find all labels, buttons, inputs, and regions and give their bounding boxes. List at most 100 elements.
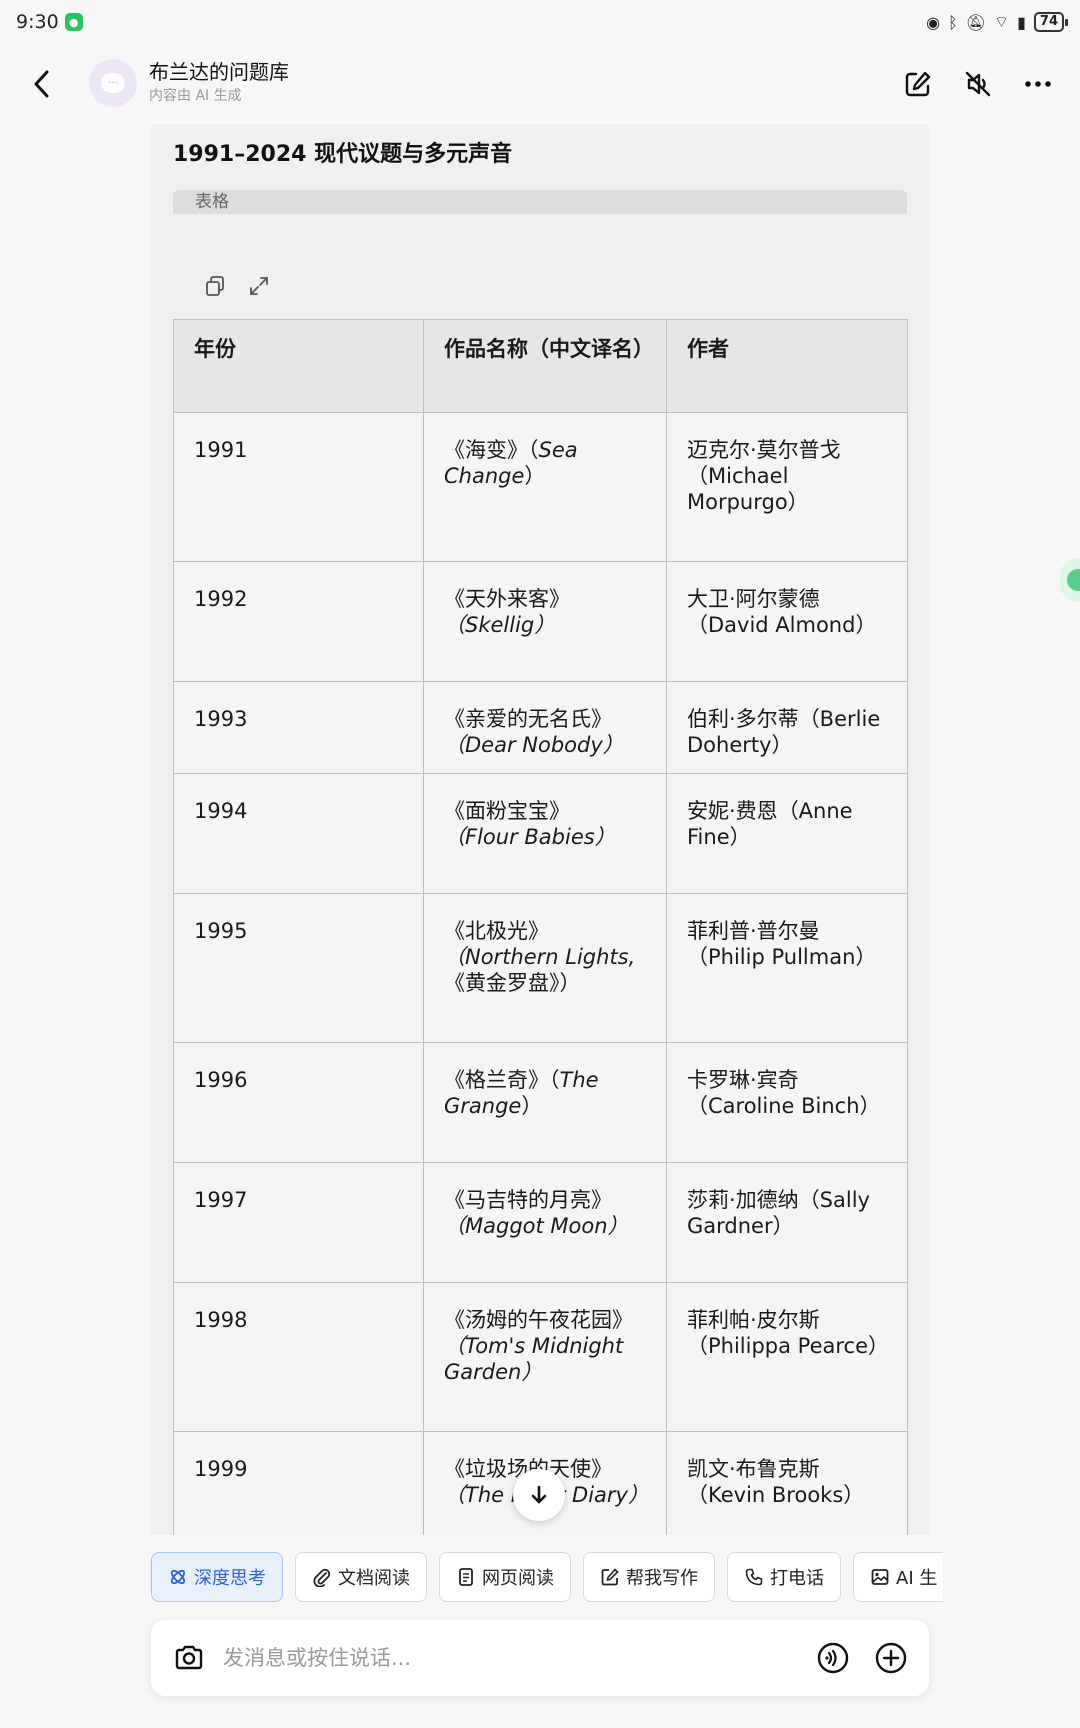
work-cell: 《汤姆的午夜花园》 （Tom's Midnight Garden）: [423, 1282, 667, 1432]
work-cn: 《北极光》: [444, 919, 549, 943]
work-cell: 《天外来客》 （Skellig）: [423, 561, 667, 682]
year-cell: 1996: [173, 1042, 424, 1163]
works-table: 年份 作品名称（中文译名） 作者 1991 《海变》（Sea Change） 迈…: [173, 319, 908, 1535]
expand-table-button[interactable]: [247, 274, 271, 298]
message-composer: [151, 1620, 929, 1696]
battery-icon: 74: [1033, 12, 1069, 32]
voice-call-button[interactable]: [813, 1638, 853, 1678]
chat-bubble-icon: ···: [101, 73, 125, 93]
chip-deep-think[interactable]: 深度思考: [151, 1552, 283, 1602]
chip-label: 深度思考: [194, 1568, 266, 1589]
status-time: 9:30: [16, 11, 59, 33]
work-cell: 《格兰奇》（The Grange）: [423, 1042, 667, 1163]
message-input[interactable]: [223, 1646, 795, 1670]
year-cell: 1998: [173, 1282, 424, 1432]
author-cn: 伯利·多尔蒂: [687, 707, 799, 731]
deep-think-icon: [168, 1567, 188, 1587]
author-cell: 大卫·阿尔蒙德 （David Almond）: [666, 561, 908, 682]
section-title: 1991–2024 现代议题与多元声音: [173, 142, 513, 167]
author-cell: 卡罗琳·宾奇 （Caroline Binch）: [666, 1042, 908, 1163]
work-en: （Northern Lights,: [444, 945, 636, 969]
table-row: 1994 《面粉宝宝》 （Flour Babies） 安妮·费恩（Anne Fin…: [173, 773, 908, 894]
work-en: （Skellig）: [444, 613, 556, 637]
table-row: 1995 《北极光》 （Northern Lights, 《黄金罗盘》） 菲利普·普…: [173, 893, 908, 1043]
chat-title: 布兰达的问题库: [149, 60, 289, 84]
floating-assistant-button[interactable]: [1060, 558, 1080, 602]
arrow-down-icon: [531, 1485, 547, 1504]
chip-label: 打电话: [770, 1568, 824, 1589]
image-icon: [870, 1567, 890, 1587]
work-en: （Maggot Moon）: [444, 1214, 629, 1238]
work-cell: 《北极光》 （Northern Lights, 《黄金罗盘》）: [423, 893, 667, 1043]
new-chat-button[interactable]: [898, 64, 938, 104]
author-cell: 伯利·多尔蒂（Berlie Doherty）: [666, 681, 908, 774]
author-cell: 迈克尔·莫尔普戈 （Michael Morpurgo）: [666, 412, 908, 562]
edit-icon: [600, 1567, 620, 1587]
camera-button[interactable]: [169, 1638, 209, 1678]
author-cell: 菲利帕·皮尔斯 （Philippa Pearce）: [666, 1282, 908, 1432]
author-cell: 莎莉·加德纳（Sally Gardner）: [666, 1162, 908, 1283]
year-cell: 1991: [173, 412, 424, 562]
work-cn: 《马吉特的月亮》: [444, 1188, 612, 1212]
table-row: 1991 《海变》（Sea Change） 迈克尔·莫尔普戈 （Michael M…: [173, 412, 908, 562]
chip-document-reading[interactable]: 文档阅读: [295, 1552, 427, 1602]
header-author: 作者: [666, 319, 908, 413]
work-cell: 《马吉特的月亮》 （Maggot Moon）: [423, 1162, 667, 1283]
year-cell: 1994: [173, 773, 424, 894]
chip-help-write[interactable]: 帮我写作: [583, 1552, 715, 1602]
table-tab-label: 表格: [173, 190, 907, 214]
year-cell: 1999: [173, 1431, 424, 1535]
work-cn: 《格兰奇》（: [444, 1068, 560, 1092]
author-cn: 安妮·费恩: [687, 799, 778, 823]
table-row: 1993 《亲爱的无名氏》 （Dear Nobody） 伯利·多尔蒂（Berlie…: [173, 681, 908, 774]
add-attachment-button[interactable]: [871, 1638, 911, 1678]
work-tail: 《黄金罗盘》）: [444, 971, 581, 995]
ai-generated-note: 内容由 AI 生成: [149, 88, 242, 104]
back-button[interactable]: [22, 64, 62, 104]
sim-icon: ▮: [1017, 12, 1026, 32]
chip-label: 帮我写作: [626, 1568, 698, 1589]
work-cn: 《汤姆的午夜花园》: [444, 1308, 633, 1332]
more-horizontal-icon: [1025, 81, 1051, 87]
wechat-notification-icon: ●: [64, 13, 83, 31]
copy-icon: [206, 276, 224, 296]
work-cell: 《面粉宝宝》 （Flour Babies）: [423, 773, 667, 894]
chat-header: ··· 布兰达的问题库 内容由 AI 生成: [0, 44, 1080, 124]
web-page-icon: [456, 1567, 476, 1587]
copy-table-button[interactable]: [203, 274, 227, 298]
phone-icon: [744, 1567, 764, 1587]
author-cn: 菲利普·普尔曼: [687, 919, 820, 943]
wifi-icon: ⌔: [994, 12, 1010, 31]
chevron-left-icon: [34, 70, 49, 98]
more-options-button[interactable]: [1018, 64, 1058, 104]
mute-icon: 🔕︎: [965, 12, 987, 32]
author-en: （Kevin Brooks）: [687, 1483, 865, 1507]
chip-label: AI 生: [896, 1568, 938, 1589]
mute-voice-button[interactable]: [958, 64, 998, 104]
quick-action-chips: 深度思考 文档阅读 网页阅读 帮我写作 打电话 AI 生: [151, 1552, 943, 1604]
author-cn: 凯文·布鲁克斯: [687, 1457, 820, 1481]
bluetooth-icon: ᛒ: [948, 12, 958, 32]
table-header-row: 年份 作品名称（中文译名） 作者: [173, 319, 908, 413]
year-cell: 1992: [173, 561, 424, 682]
author-cn: 卡罗琳·宾奇: [687, 1068, 799, 1092]
plus-circle-icon: [875, 1642, 907, 1674]
author-en: （Michael Morpurgo）: [687, 464, 809, 514]
paperclip-icon: [312, 1567, 332, 1587]
edit-square-icon: [905, 71, 931, 97]
avatar[interactable]: ···: [89, 59, 137, 107]
year-cell: 1995: [173, 893, 424, 1043]
chip-ai-image[interactable]: AI 生: [853, 1552, 943, 1602]
year-cell: 1997: [173, 1162, 424, 1283]
year-cell: 1993: [173, 681, 424, 774]
expand-icon: [250, 277, 268, 295]
header-year: 年份: [173, 319, 424, 413]
author-en: （Philippa Pearce）: [687, 1334, 890, 1358]
author-cn: 大卫·阿尔蒙德: [687, 587, 820, 611]
chip-web-reading[interactable]: 网页阅读: [439, 1552, 571, 1602]
table-row: 1998 《汤姆的午夜花园》 （Tom's Midnight Garden） 菲利…: [173, 1282, 908, 1432]
scroll-to-bottom-button[interactable]: [513, 1469, 565, 1521]
table-row: 1997 《马吉特的月亮》 （Maggot Moon） 莎莉·加德纳（Sally …: [173, 1162, 908, 1283]
speaker-muted-icon: [965, 71, 991, 97]
chip-phone-call[interactable]: 打电话: [727, 1552, 841, 1602]
